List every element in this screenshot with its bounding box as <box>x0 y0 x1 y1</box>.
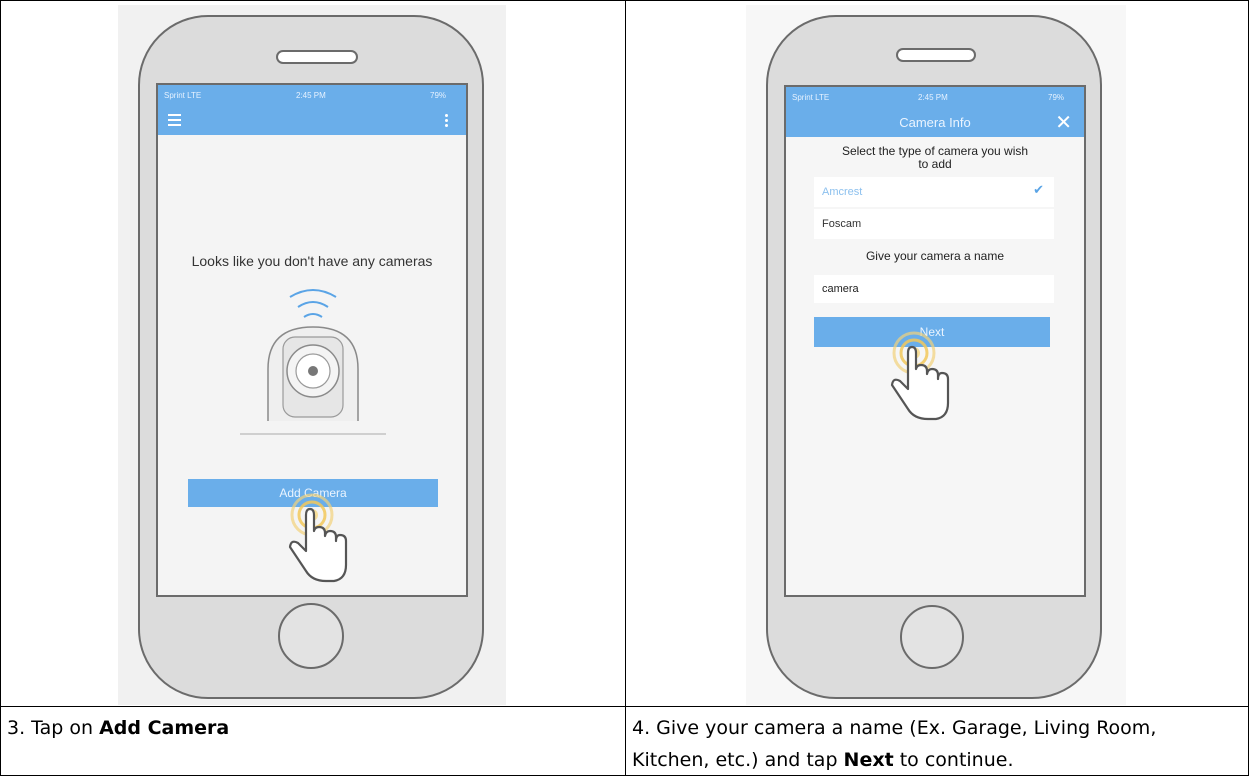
status-bar: Sprint LTE 2:45 PM 79% <box>786 87 1084 107</box>
menu-icon[interactable] <box>168 114 181 126</box>
more-options-icon[interactable] <box>445 114 448 128</box>
empty-state-message: Looks like you don't have any cameras <box>191 253 433 269</box>
select-camera-prompt: Select the type of camera you wish to ad… <box>841 144 1029 171</box>
camera-name-prompt: Give your camera a name <box>865 249 1005 263</box>
home-button[interactable] <box>278 603 344 669</box>
status-bar: Sprint LTE 2:45 PM 79% <box>158 85 466 107</box>
tap-hand-icon <box>890 331 950 421</box>
option-label: Foscam <box>822 218 862 230</box>
status-carrier: Sprint LTE <box>164 91 202 100</box>
option-label: Amcrest <box>822 186 863 198</box>
page-title: Camera Info <box>899 115 971 130</box>
tap-hand-icon <box>288 493 348 583</box>
phone-speaker <box>896 48 976 62</box>
right-caption-bold: Next <box>843 749 894 771</box>
app-bar: Camera Info ✕ <box>786 107 1084 137</box>
camera-option-amcrest[interactable]: Amcrest ✔ <box>814 177 1054 207</box>
camera-option-foscam[interactable]: Foscam <box>814 209 1054 239</box>
status-battery: 79% <box>1048 93 1065 102</box>
left-illustration: Sprint LTE 2:45 PM 79% Looks like you do… <box>118 5 506 705</box>
phone-screen: Sprint LTE 2:45 PM 79% Looks like you do… <box>156 83 468 597</box>
phone-screen: Sprint LTE 2:45 PM 79% Camera Info ✕ Sel… <box>784 85 1086 597</box>
close-icon[interactable]: ✕ <box>1055 110 1072 134</box>
camera-name-input[interactable]: camera <box>814 275 1054 303</box>
left-caption: 3. Tap on Add Camera <box>7 717 230 739</box>
checkmark-icon: ✔ <box>1033 183 1044 198</box>
right-caption: 4. Give your camera a name (Ex. Garage, … <box>632 717 1157 771</box>
table-divider-horizontal <box>0 706 1249 707</box>
table-border-left <box>0 0 1 776</box>
app-bar <box>158 107 466 135</box>
status-battery: 79% <box>430 91 447 100</box>
status-time: 2:45 PM <box>296 91 326 100</box>
table-divider-vertical <box>625 0 626 776</box>
left-caption-bold: Add Camera <box>99 717 230 739</box>
status-time: 2:45 PM <box>918 93 948 102</box>
camera-illustration-icon <box>240 289 386 435</box>
phone-speaker <box>276 50 358 64</box>
instruction-table: Sprint LTE 2:45 PM 79% Looks like you do… <box>0 0 1249 776</box>
right-illustration: Sprint LTE 2:45 PM 79% Camera Info ✕ Sel… <box>746 5 1126 705</box>
home-button[interactable] <box>900 605 964 669</box>
status-carrier: Sprint LTE <box>792 93 830 102</box>
